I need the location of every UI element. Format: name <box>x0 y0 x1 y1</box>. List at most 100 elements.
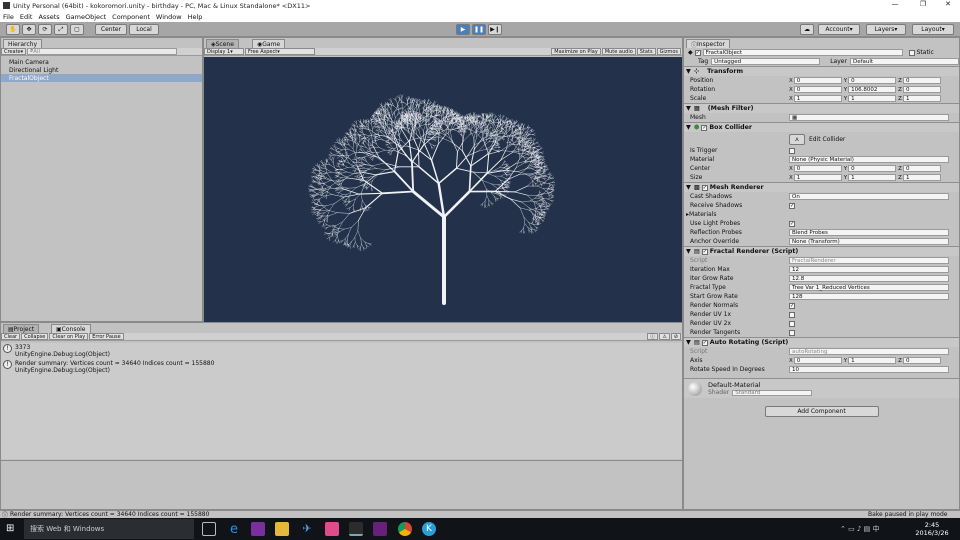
reflection-probes-dropdown[interactable]: Blend Probes <box>789 229 949 236</box>
play-button[interactable]: ▶ <box>456 24 470 35</box>
center-z-field[interactable]: 0 <box>902 165 941 172</box>
close-button[interactable]: ✕ <box>936 0 960 11</box>
layout-dropdown[interactable]: Layout ▾ <box>912 24 954 35</box>
layer-dropdown[interactable]: Default <box>849 58 959 65</box>
axis-z-field[interactable]: 0 <box>902 357 941 364</box>
auto-script-field[interactable]: autoRotating <box>789 348 949 355</box>
static-checkbox[interactable] <box>908 49 915 56</box>
cast-shadows-dropdown[interactable]: On <box>789 193 949 200</box>
step-button[interactable]: ▶❙ <box>488 24 502 35</box>
material-section[interactable]: Default-Material Shader Standard <box>684 378 959 398</box>
start-button[interactable]: ⊞ <box>6 523 18 535</box>
k-app-icon[interactable]: K <box>422 522 436 536</box>
tab-project[interactable]: ▤ Project <box>3 324 40 333</box>
fractal-renderer-enabled-checkbox[interactable] <box>701 248 708 255</box>
size-z-field[interactable]: 1 <box>902 174 941 181</box>
light-probes-checkbox[interactable] <box>789 220 795 227</box>
tab-hierarchy[interactable]: Hierarchy <box>3 39 43 48</box>
position-x-field[interactable]: 0 <box>793 77 842 84</box>
rotation-x-field[interactable]: 0 <box>793 86 842 93</box>
scale-z-field[interactable]: 1 <box>902 95 941 102</box>
status-message[interactable]: Render summary: Vertices count = 34640 I… <box>10 511 209 518</box>
hierarchy-item-directional-light[interactable]: Directional Light <box>1 66 202 74</box>
hierarchy-item-main-camera[interactable]: Main Camera <box>1 58 202 66</box>
fractal-renderer-header[interactable]: ▼▤ Fractal Renderer (Script) <box>684 246 959 256</box>
mesh-filter-header[interactable]: ▼ ▦ (Mesh Filter) <box>684 103 959 113</box>
edit-collider-button[interactable]: ⋏ <box>789 133 805 145</box>
menu-edit[interactable]: Edit <box>17 13 36 21</box>
tab-scene[interactable]: ◈ Scene <box>206 39 239 48</box>
info-filter-toggle[interactable]: ⓘ <box>647 333 659 340</box>
collider-material-field[interactable]: None (Physic Material) <box>789 156 949 163</box>
collapse-toggle[interactable]: Collapse <box>21 333 49 340</box>
clear-on-play-toggle[interactable]: Clear on Play <box>49 333 89 340</box>
bird-app-icon[interactable]: ✈ <box>300 522 314 536</box>
shader-dropdown[interactable]: Standard <box>732 389 813 396</box>
tab-console[interactable]: ▣ Console <box>51 324 91 333</box>
error-pause-toggle[interactable]: Error Pause <box>89 333 124 340</box>
clear-button[interactable]: Clear <box>1 333 21 340</box>
size-x-field[interactable]: 1 <box>793 174 842 181</box>
render-normals-checkbox[interactable] <box>789 302 795 309</box>
scale-tool-button[interactable]: ⤢ <box>54 24 68 35</box>
auto-rotating-header[interactable]: ▼▤ Auto Rotating (Script) <box>684 337 959 347</box>
size-y-field[interactable]: 1 <box>848 174 897 181</box>
render-uv1-checkbox[interactable] <box>789 311 795 318</box>
chrome-icon[interactable] <box>398 522 412 536</box>
pivot-local-button[interactable]: Local <box>129 24 159 35</box>
console-entry[interactable]: ! 3373 UnityEngine.Debug:Log(Object) <box>1 343 682 359</box>
hand-tool-button[interactable]: ✋ <box>6 24 20 35</box>
rotation-y-field[interactable]: 106.8002 <box>848 86 897 93</box>
fractal-script-field[interactable]: FractalRenderer <box>789 257 949 264</box>
menu-window[interactable]: Window <box>153 13 185 21</box>
menu-assets[interactable]: Assets <box>35 13 62 21</box>
add-component-button[interactable]: Add Component <box>764 406 879 417</box>
materials-row[interactable]: ▸ Materials <box>684 210 959 219</box>
clock[interactable]: 2:45 2016/3/26 <box>910 521 954 537</box>
tab-inspector[interactable]: ⓘ Inspector <box>686 39 731 49</box>
minimize-button[interactable]: — <box>883 0 907 11</box>
anchor-override-field[interactable]: None (Transform) <box>789 238 949 245</box>
aspect-dropdown[interactable]: Free Aspect ▾ <box>245 48 315 55</box>
mesh-field[interactable]: ▦ <box>789 114 949 121</box>
error-filter-toggle[interactable]: ⊘ <box>670 333 681 340</box>
edge-icon[interactable]: e <box>227 522 241 537</box>
menu-gameobject[interactable]: GameObject <box>63 13 110 21</box>
auto-rotating-enabled-checkbox[interactable] <box>701 339 708 346</box>
fractal-type-dropdown[interactable]: Tree Var 1_Reduced Vertices <box>789 284 949 291</box>
menu-component[interactable]: Component <box>109 13 153 21</box>
unity-taskbar-icon[interactable] <box>349 522 363 536</box>
console-divider[interactable] <box>1 460 682 461</box>
cloud-button[interactable]: ☁ <box>800 24 814 35</box>
pause-button[interactable]: ❚❚ <box>472 24 486 35</box>
rotation-z-field[interactable]: 0 <box>902 86 941 93</box>
render-tangents-checkbox[interactable] <box>789 329 795 336</box>
mute-audio-toggle[interactable]: Mute audio <box>601 48 636 55</box>
file-explorer-icon[interactable] <box>275 522 289 536</box>
pivot-center-button[interactable]: Center <box>95 24 127 35</box>
onenote-icon[interactable] <box>251 522 265 536</box>
box-collider-enabled-checkbox[interactable] <box>701 124 708 131</box>
center-y-field[interactable]: 0 <box>848 165 897 172</box>
position-z-field[interactable]: 0 <box>902 77 941 84</box>
console-entry[interactable]: ! Render summary: Vertices count = 34640… <box>1 359 682 375</box>
hierarchy-item-fractal-object[interactable]: FractalObject <box>1 74 202 82</box>
rect-tool-button[interactable]: ▢ <box>70 24 84 35</box>
object-name-field[interactable]: FractalObject <box>702 49 903 56</box>
gizmos-dropdown[interactable]: Gizmos <box>656 48 681 55</box>
render-uv2-checkbox[interactable] <box>789 320 795 327</box>
axis-x-field[interactable]: 0 <box>793 357 842 364</box>
create-button[interactable]: Create ▾ <box>1 48 27 55</box>
rotate-tool-button[interactable]: ⟳ <box>38 24 52 35</box>
iteration-max-field[interactable]: 12 <box>789 266 949 273</box>
axis-y-field[interactable]: 1 <box>848 357 897 364</box>
tag-dropdown[interactable]: Untagged <box>711 58 821 65</box>
paint-app-icon[interactable] <box>325 522 339 536</box>
maximize-button[interactable]: ❐ <box>911 0 935 11</box>
stats-toggle[interactable]: Stats <box>636 48 656 55</box>
move-tool-button[interactable]: ✥ <box>22 24 36 35</box>
rotate-speed-field[interactable]: 10 <box>789 366 949 373</box>
warning-filter-toggle[interactable]: ⚠ <box>659 333 670 340</box>
hierarchy-search-input[interactable]: ⌕ All <box>27 48 178 55</box>
is-trigger-checkbox[interactable] <box>789 147 795 154</box>
